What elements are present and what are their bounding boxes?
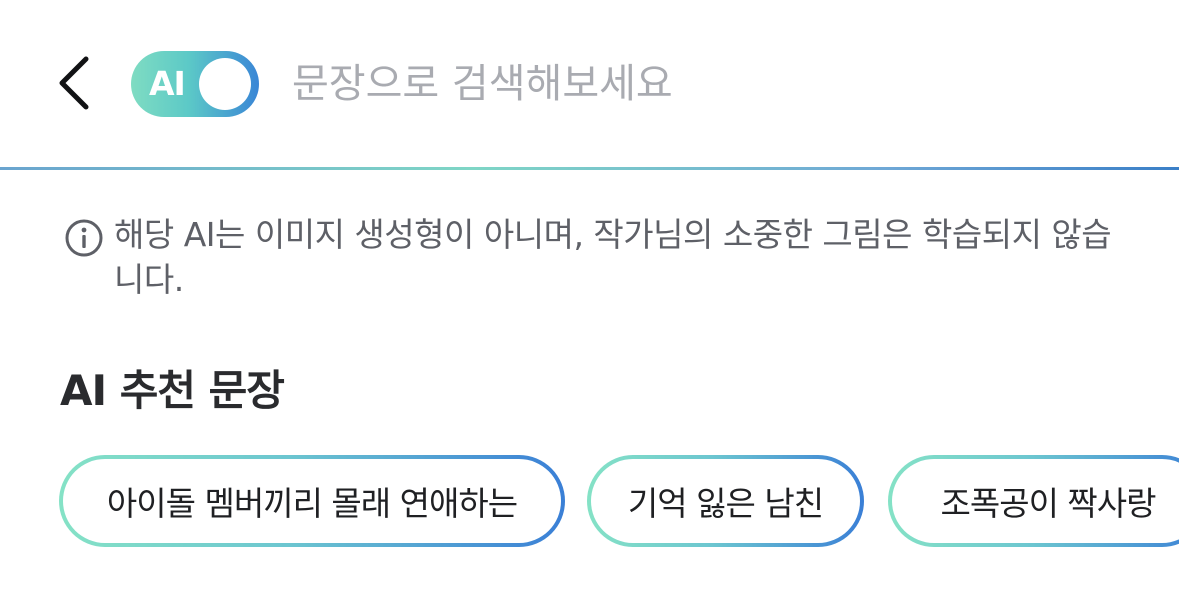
- notice-text: 해당 AI는 이미지 생성형이 아니며, 작가님의 소중한 그림은 학습되지 않…: [114, 215, 1112, 299]
- recommend-section-title: AI 추천 문장: [60, 366, 285, 415]
- ai-search-screen: AI 해당 AI는 이미지 생성형이 아니며, 작가님의 소중한 그림은 학습되…: [0, 0, 1179, 599]
- recommend-chip[interactable]: 조폭공이 짝사랑: [888, 455, 1179, 547]
- chip-label: 아이돌 멤버끼리 몰래 연애하는: [63, 459, 561, 543]
- chevron-left-icon: [59, 56, 89, 110]
- chip-label: 조폭공이 짝사랑: [892, 459, 1179, 543]
- toggle-knob: [199, 58, 251, 110]
- recommend-chip[interactable]: 기억 잃은 남친: [587, 455, 864, 547]
- chip-label: 기억 잃은 남친: [591, 459, 860, 543]
- ai-toggle-label: AI: [149, 64, 186, 103]
- search-header: AI: [0, 0, 1179, 170]
- search-input[interactable]: [292, 52, 1152, 116]
- back-button[interactable]: [44, 50, 104, 116]
- recommend-chip-list: 아이돌 멤버끼리 몰래 연애하는 기억 잃은 남친 조폭공이 짝사랑: [59, 455, 1179, 547]
- info-icon: [65, 219, 103, 257]
- recommend-chip[interactable]: 아이돌 멤버끼리 몰래 연애하는: [59, 455, 565, 547]
- ai-mode-toggle[interactable]: AI: [131, 51, 259, 117]
- header-divider: [0, 167, 1179, 170]
